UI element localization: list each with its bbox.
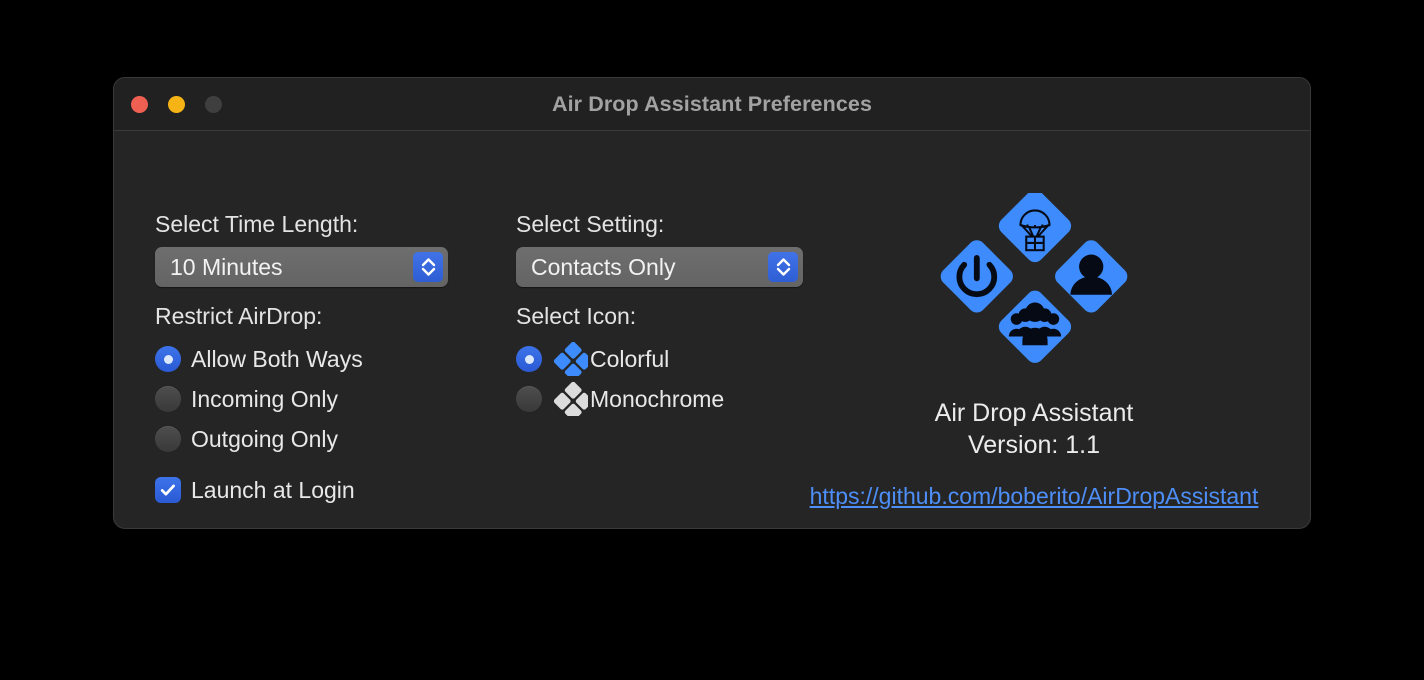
radio-off-icon (516, 386, 542, 412)
project-url-link[interactable]: https://github.com/boberito/AirDropAssis… (810, 483, 1259, 510)
checkbox-launch-at-login[interactable]: Launch at Login (155, 470, 500, 510)
radio-off-icon (155, 386, 181, 412)
preferences-window: Air Drop Assistant Preferences Select Ti… (113, 77, 1311, 529)
radio-off-icon (155, 426, 181, 452)
diamond-cluster-icon (553, 341, 593, 381)
radio-incoming-only[interactable]: Incoming Only (155, 379, 500, 419)
setting-value: Contacts Only (531, 253, 676, 280)
chevron-up-down-icon[interactable] (413, 252, 443, 282)
time-length-value: 10 Minutes (170, 253, 283, 280)
left-column: Select Time Length: 10 Minutes Restrict … (155, 211, 500, 510)
desktop-background: Air Drop Assistant Preferences Select Ti… (0, 0, 1424, 680)
restrict-airdrop-label: Restrict AirDrop: (155, 303, 323, 329)
power-icon (940, 240, 1013, 313)
radio-allow-both-ways-label: Allow Both Ways (191, 345, 363, 372)
radio-icon-monochrome-label: Monochrome (590, 385, 725, 412)
parachute-gift-icon (998, 193, 1072, 263)
window-titlebar[interactable]: Air Drop Assistant Preferences (114, 78, 1310, 131)
setting-dropdown[interactable]: Contacts Only (516, 247, 803, 287)
preferences-body: Select Time Length: 10 Minutes Restrict … (114, 131, 1310, 528)
radio-incoming-only-label: Incoming Only (191, 385, 339, 412)
window-title: Air Drop Assistant Preferences (551, 92, 873, 116)
time-length-dropdown[interactable]: 10 Minutes (155, 247, 448, 287)
checkmark-icon (155, 477, 181, 503)
time-length-label: Select Time Length: (155, 211, 359, 237)
launch-at-login-label: Launch at Login (191, 476, 355, 503)
app-version: Version: 1.1 (967, 431, 1101, 459)
about-panel: Air Drop Assistant Version: 1.1 https://… (769, 193, 1299, 510)
radio-outgoing-only-label: Outgoing Only (191, 425, 339, 452)
radio-allow-both-ways[interactable]: Allow Both Ways (155, 339, 500, 379)
person-icon (1055, 240, 1128, 313)
radio-on-icon (155, 346, 181, 372)
radio-on-icon (516, 346, 542, 372)
airdrop-assistant-logo-icon (940, 193, 1128, 363)
diamond-cluster-icon (553, 381, 593, 421)
radio-outgoing-only[interactable]: Outgoing Only (155, 419, 500, 459)
radio-icon-colorful-label: Colorful (590, 345, 670, 372)
group-icon (998, 290, 1072, 363)
app-name: Air Drop Assistant (934, 399, 1134, 427)
